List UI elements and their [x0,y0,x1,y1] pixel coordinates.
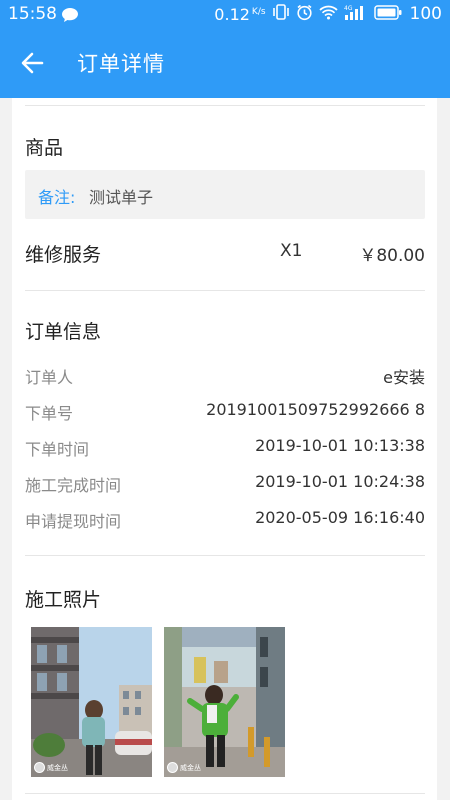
info-value: 2020-05-09 16:16:40 [255,508,425,527]
info-label: 下单时间 [25,440,90,459]
network-speed: 0.12 K/s [214,4,266,24]
cellular-signal-icon: 4G [344,4,368,24]
arrow-left-icon [21,52,44,74]
divider [25,105,425,106]
divider [25,555,425,556]
construction-photo-1[interactable]: 威金丛 [31,627,152,777]
info-row-order-time: 下单时间 2019-10-01 10:13:38 [25,436,425,460]
photo-watermark: 威金丛 [34,762,68,773]
app-bar: 订单详情 [0,28,450,98]
info-label: 订单人 [25,368,74,387]
info-row-order-number: 下单号 20191001509752992666 8 [25,400,425,424]
construction-photo-2[interactable]: 威金丛 [164,627,285,777]
service-price: ￥80.00 [359,246,425,266]
back-button[interactable] [18,50,50,76]
order-detail-card: 商品 备注: 测试单子 维修服务 X1 ￥80.00 订单信息 订单人 e安装 … [12,98,437,800]
page-title: 订单详情 [77,52,165,76]
battery-icon [373,4,402,24]
info-value: 2019-10-01 10:13:38 [255,436,425,455]
service-quantity: X1 [280,241,303,261]
battery-level: 100 [409,4,442,24]
info-label: 申请提现时间 [25,512,122,531]
info-value: 2019-10-01 10:24:38 [255,472,425,491]
alarm-clock-icon [296,4,313,25]
info-value: e安装 [383,368,425,387]
info-label: 施工完成时间 [25,476,122,495]
status-indicators: 0.12 K/s 4G 100 [214,4,442,24]
info-row-withdraw-time: 申请提现时间 2020-05-09 16:16:40 [25,508,425,532]
chat-bubble-icon [61,7,79,27]
info-row-orderer: 订单人 e安装 [25,364,425,388]
photo-watermark: 威金丛 [167,762,201,773]
order-info-section-title: 订单信息 [25,321,102,343]
header: 15:58 0.12 K/s 4G 100 订单详情 [0,0,450,98]
note-box: 备注: 测试单子 [25,170,425,219]
wifi-icon [318,5,338,24]
svg-text:4G: 4G [344,5,353,12]
divider [25,793,425,794]
status-time: 15:58 [8,4,57,24]
status-bar: 15:58 0.12 K/s 4G 100 [0,0,450,28]
note-text: 测试单子 [89,188,154,207]
service-name: 维修服务 [25,244,102,266]
goods-section-title: 商品 [25,137,64,159]
info-label: 下单号 [25,404,74,423]
info-row-completion-time: 施工完成时间 2019-10-01 10:24:38 [25,472,425,496]
photos-section-title: 施工照片 [25,589,102,611]
info-value: 20191001509752992666 8 [206,400,425,419]
vibrate-icon [272,4,290,24]
note-label: 备注: [38,188,76,207]
divider [25,290,425,291]
